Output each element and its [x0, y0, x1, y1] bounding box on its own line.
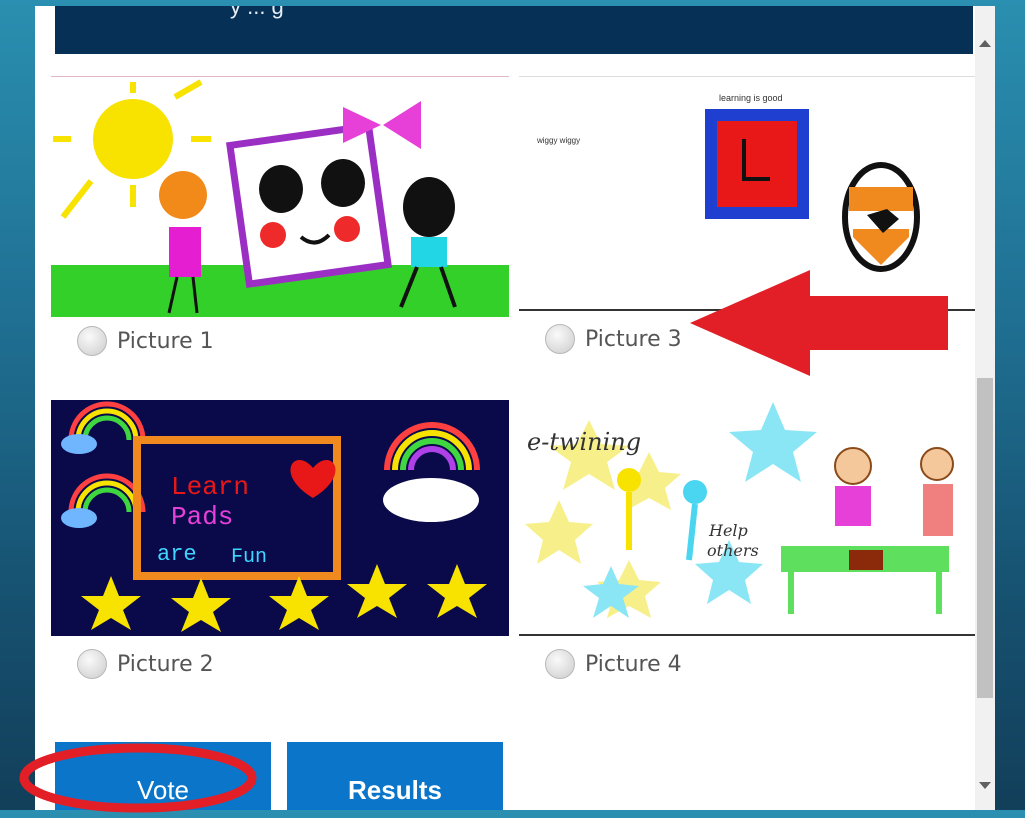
pic4-note-2: others	[707, 541, 759, 560]
annotation-arrow-icon	[690, 270, 948, 376]
scroll-up-icon[interactable]	[979, 40, 991, 47]
pic4-note-1: Help	[708, 521, 748, 540]
results-button[interactable]: Results	[287, 742, 503, 810]
picture-2-label: Picture 2	[117, 651, 214, 677]
picture-2-image[interactable]: Learn Pads are Fun	[51, 400, 509, 636]
scrollbar-thumb[interactable]	[977, 378, 993, 698]
picture-2-radio[interactable]	[77, 649, 107, 679]
picture-4-radio[interactable]	[545, 649, 575, 679]
pic4-title: e-twining	[527, 428, 641, 456]
picture-2-option[interactable]: Picture 2	[77, 649, 214, 679]
poll-panel: y ... g Picture 1 learning is good wiggy…	[35, 6, 995, 810]
picture-3-option[interactable]: Picture 3	[545, 324, 682, 354]
picture-4-option[interactable]: Picture 4	[545, 649, 682, 679]
scroll-down-icon[interactable]	[979, 782, 991, 789]
annotation-ellipse-icon	[19, 743, 257, 813]
poll-title-fragment: y ... g	[230, 6, 284, 19]
picture-1-radio[interactable]	[77, 326, 107, 356]
pic3-note: wiggy wiggy	[536, 136, 580, 145]
pic2-text-1: Learn	[171, 472, 249, 502]
picture-4-label: Picture 4	[585, 651, 682, 677]
pic2-text-3: are	[157, 542, 197, 567]
pic3-caption: learning is good	[719, 93, 783, 103]
picture-1-image[interactable]	[51, 76, 509, 317]
picture-1-option[interactable]: Picture 1	[77, 326, 214, 356]
picture-3-label: Picture 3	[585, 326, 682, 352]
results-button-label: Results	[348, 775, 442, 805]
pic2-text-2: Pads	[171, 502, 233, 532]
vertical-scrollbar[interactable]	[975, 6, 995, 810]
picture-4-image[interactable]: e-twining Help others	[519, 400, 977, 636]
poll-header-bar: y ... g	[55, 6, 973, 54]
pic2-text-4: Fun	[231, 546, 267, 569]
picture-3-radio[interactable]	[545, 324, 575, 354]
picture-1-label: Picture 1	[117, 328, 214, 354]
